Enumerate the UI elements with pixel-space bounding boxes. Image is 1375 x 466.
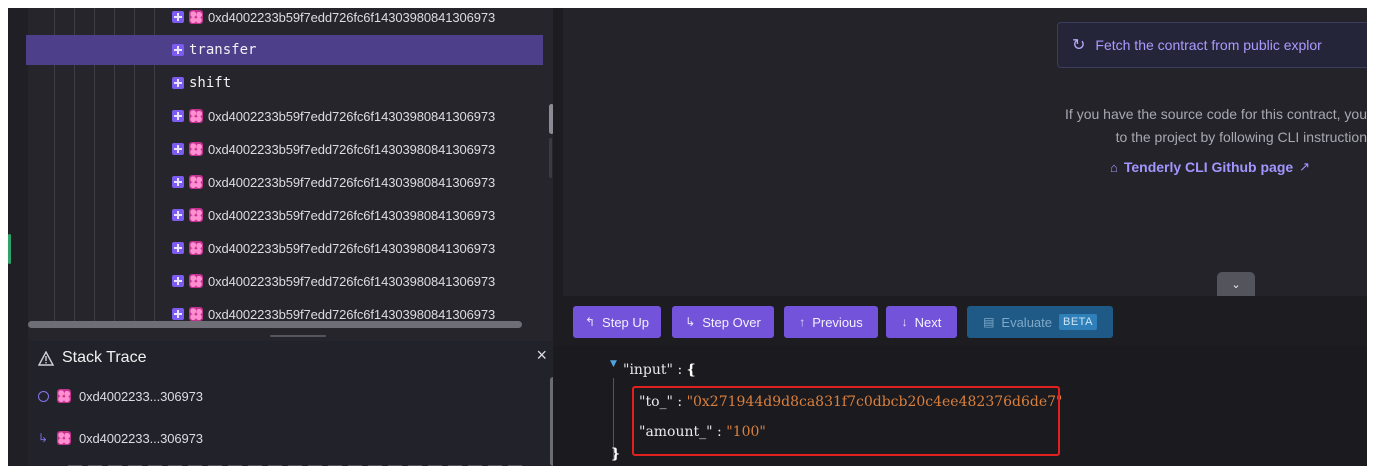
source-info-line-2: to the project by following CLI instruct… <box>1115 129 1367 145</box>
step-up-label: Step Up <box>602 314 650 330</box>
expand-plus-icon[interactable] <box>172 110 184 122</box>
arrow-up-icon: ↑ <box>799 315 806 329</box>
right-margin <box>1367 0 1375 466</box>
contract-icon <box>189 142 203 156</box>
stack-trace-address: 0xd4002233...306973 <box>79 388 203 404</box>
previous-label: Previous <box>812 314 863 330</box>
contract-icon <box>189 175 203 189</box>
next-button[interactable]: ↓ Next <box>886 306 957 338</box>
step-over-icon: ↳ <box>685 315 696 329</box>
panel-resize-grip[interactable] <box>270 335 326 337</box>
expand-plus-icon[interactable] <box>172 242 184 254</box>
contract-icon <box>57 389 71 403</box>
debugger-right-panel: ↻ Fetch the contract from public explor … <box>553 8 1375 466</box>
evaluate-icon: ▤ <box>983 315 995 329</box>
fetch-contract-button[interactable]: ↻ Fetch the contract from public explor <box>1057 22 1375 68</box>
contract-address: 0xd4002233b59f7edd726fc6f143039808413069… <box>208 207 496 223</box>
beta-badge: BETA <box>1059 314 1097 330</box>
chevron-down-icon: ⌄ <box>1231 278 1241 291</box>
call-tree-function-row[interactable]: shift <box>26 68 543 98</box>
call-tree-function-row[interactable]: transfer <box>26 35 543 65</box>
contract-address: 0xd4002233b59f7edd726fc6f143039808413069… <box>208 174 496 190</box>
call-tree-contract-row[interactable]: 0xd4002233b59f7edd726fc6f143039808413069… <box>26 266 543 296</box>
contract-address: 0xd4002233b59f7edd726fc6f143039808413069… <box>208 9 496 25</box>
contract-icon <box>189 109 203 123</box>
circle-marker-icon <box>38 390 49 402</box>
close-icon[interactable]: × <box>536 345 547 366</box>
fetch-contract-label: Fetch the contract from public explor <box>1095 37 1322 53</box>
stack-trace-panel: Stack Trace × 0xd4002233...306973 ↳ 0xd4… <box>28 341 553 466</box>
expand-plus-icon[interactable] <box>172 308 184 320</box>
contract-address: 0xd4002233b59f7edd726fc6f143039808413069… <box>208 108 496 124</box>
collapse-toggle-button[interactable]: ⌄ <box>1217 272 1255 296</box>
close-brace-line: } <box>611 446 620 462</box>
open-brace: { <box>686 362 696 378</box>
contract-address: 0xd4002233b59f7edd726fc6f143039808413069… <box>208 273 496 289</box>
call-tree: 0xd4002233b59f7edd726fc6f143039808413069… <box>8 8 553 326</box>
refresh-icon: ↻ <box>1072 37 1086 54</box>
arrow-down-icon: ↓ <box>901 315 908 329</box>
variable-inspector: ▼ "input" : { "to_" : "0x271944d9d8ca831… <box>553 346 1367 466</box>
source-panel: ↻ Fetch the contract from public explor … <box>563 8 1375 296</box>
evaluate-label: Evaluate <box>1001 314 1052 330</box>
step-over-label: Step Over <box>702 314 761 330</box>
contract-icon <box>189 241 203 255</box>
expand-plus-icon[interactable] <box>172 77 184 89</box>
tree-scroll-track <box>549 138 552 178</box>
next-label: Next <box>914 314 942 330</box>
contract-icon <box>189 10 203 24</box>
expand-plus-icon[interactable] <box>172 44 184 56</box>
return-arrow-icon: ↳ <box>38 431 49 445</box>
function-name: shift <box>189 75 232 91</box>
expand-triangle-icon[interactable]: ▼ <box>610 359 617 369</box>
previous-button[interactable]: ↑ Previous <box>784 306 878 338</box>
expand-plus-icon[interactable] <box>172 143 184 155</box>
tenderly-cli-link[interactable]: ⌂ Tenderly CLI Github page ↗ <box>1110 159 1310 175</box>
tree-horizontal-scrollbar[interactable] <box>28 321 522 328</box>
step-up-button[interactable]: ↰ Step Up <box>573 306 661 338</box>
expand-plus-icon[interactable] <box>172 176 184 188</box>
stack-trace-title: Stack Trace <box>62 349 147 366</box>
github-icon: ⌂ <box>1110 159 1118 175</box>
input-line[interactable]: "input" : { <box>623 362 696 378</box>
stack-trace-address: 0xd4002233...306973 <box>79 430 203 446</box>
call-tree-contract-row[interactable]: 0xd4002233b59f7edd726fc6f143039808413069… <box>26 233 543 263</box>
stack-trace-item[interactable]: 0xd4002233...306973 <box>38 383 203 409</box>
close-brace: } <box>611 446 621 462</box>
call-tree-contract-row[interactable]: 0xd4002233b59f7edd726fc6f143039808413069… <box>26 8 543 32</box>
external-link-icon: ↗ <box>1299 159 1311 174</box>
highlight-annotation-box <box>632 386 1060 456</box>
input-key: "input" <box>623 362 673 378</box>
debug-toolbar: ↰ Step Up ↳ Step Over ↑ Previous ↓ Next … <box>553 296 1367 346</box>
function-name: transfer <box>189 42 257 58</box>
colon: : <box>677 362 683 378</box>
step-up-icon: ↰ <box>584 315 596 329</box>
stack-trace-header: Stack Trace <box>28 341 553 375</box>
debugger-left-panel: 0xd4002233b59f7edd726fc6f143039808413069… <box>8 8 553 466</box>
stack-trace-item[interactable]: ↳ 0xd4002233...306973 <box>38 425 203 451</box>
tenderly-cli-label: Tenderly CLI Github page <box>1123 159 1294 175</box>
call-tree-contract-row[interactable]: 0xd4002233b59f7edd726fc6f143039808413069… <box>26 134 543 164</box>
contract-icon <box>189 274 203 288</box>
call-tree-contract-row[interactable]: 0xd4002233b59f7edd726fc6f143039808413069… <box>26 167 543 197</box>
source-info-line-1: If you have the source code for this con… <box>1065 106 1367 122</box>
expand-plus-icon[interactable] <box>172 11 184 23</box>
contract-icon <box>189 208 203 222</box>
contract-address: 0xd4002233b59f7edd726fc6f143039808413069… <box>208 141 496 157</box>
contract-address: 0xd4002233b59f7edd726fc6f143039808413069… <box>208 240 496 256</box>
contract-address: 0xd4002233b59f7edd726fc6f143039808413069… <box>208 306 496 322</box>
step-over-button[interactable]: ↳ Step Over <box>672 306 774 338</box>
call-tree-contract-row[interactable]: 0xd4002233b59f7edd726fc6f143039808413069… <box>26 200 543 230</box>
contract-icon <box>189 307 203 321</box>
expand-plus-icon[interactable] <box>172 209 184 221</box>
evaluate-button[interactable]: ▤ Evaluate BETA <box>967 306 1113 338</box>
warning-icon <box>38 350 54 366</box>
contract-icon <box>57 431 71 445</box>
expand-plus-icon[interactable] <box>172 275 184 287</box>
call-tree-contract-row[interactable]: 0xd4002233b59f7edd726fc6f143039808413069… <box>26 101 543 131</box>
